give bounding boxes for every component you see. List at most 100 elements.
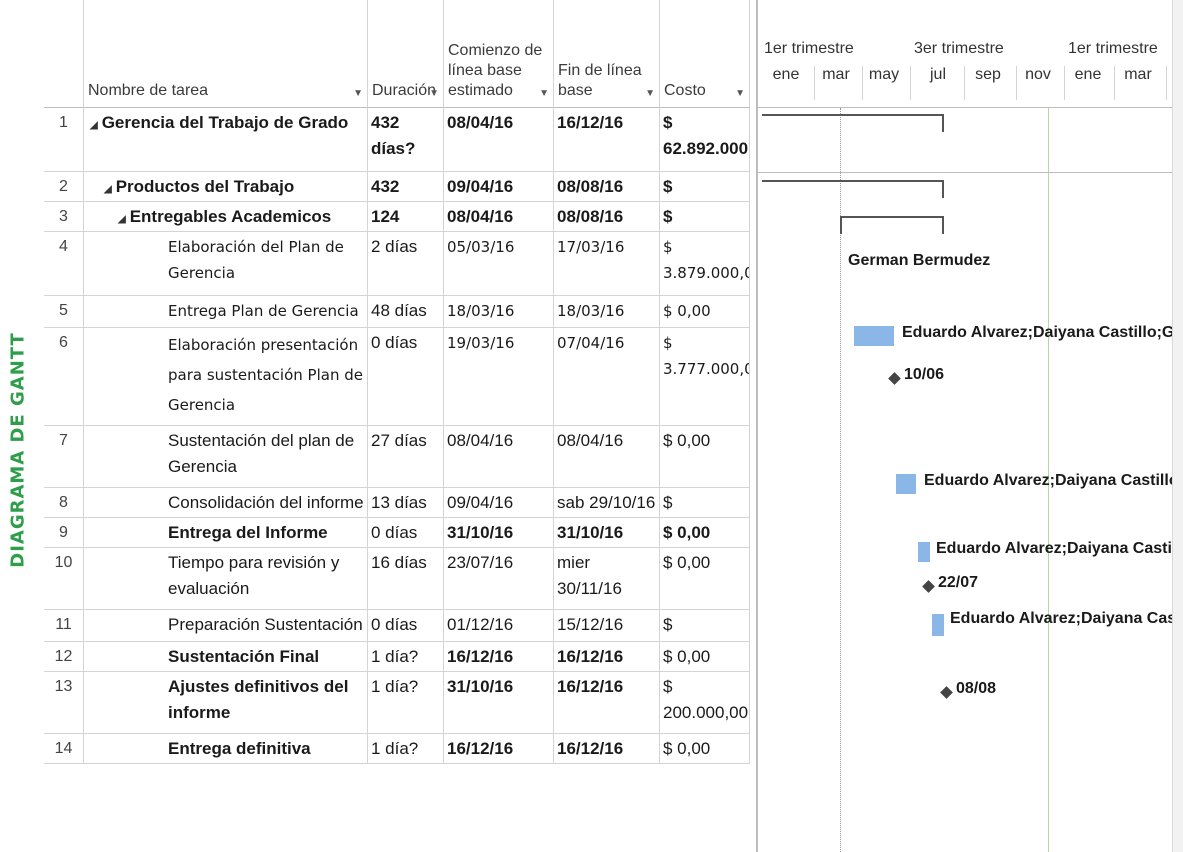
task-name-cell[interactable]: ◢ Productos del Trabajo [84, 172, 368, 201]
task-name[interactable]: Elaboración del Plan de Gerencia [84, 232, 368, 295]
cost-cell[interactable]: $ 0,00 [660, 548, 750, 609]
table-row[interactable]: 3 ◢Entregables Academicos 124 días? 08/0… [44, 202, 750, 232]
start-cell[interactable]: 31/10/16 [444, 672, 554, 733]
collapse-triangle-icon[interactable]: ◢ [118, 214, 126, 225]
task-bar[interactable] [896, 474, 916, 494]
start-cell[interactable]: 08/04/16 [444, 108, 554, 171]
duration-cell[interactable]: 432 días? [368, 172, 444, 201]
gantt-chart[interactable]: 1er trimestre 3er trimestre 1er trimestr… [756, 0, 1183, 852]
vertical-scrollbar[interactable] [1172, 0, 1183, 852]
cost-cell[interactable]: $ 3.777.000,00 [660, 328, 750, 425]
start-cell[interactable]: 31/10/16 [444, 518, 554, 547]
dropdown-arrow-icon[interactable]: ▼ [735, 88, 745, 99]
task-bar[interactable] [854, 326, 894, 346]
cost-cell[interactable]: $ 4.890.000,00 [660, 488, 750, 517]
dropdown-arrow-icon[interactable]: ▼ [539, 88, 549, 99]
cost-cell[interactable]: $ 0,00 [660, 296, 750, 327]
duration-cell[interactable]: 0 días [368, 610, 444, 641]
start-cell[interactable]: 16/12/16 [444, 642, 554, 671]
table-row[interactable]: 6 Elaboración presentación para sustenta… [44, 328, 750, 426]
start-cell[interactable]: 23/07/16 [444, 548, 554, 609]
finish-cell[interactable]: 31/10/16 [554, 518, 660, 547]
summary-bar[interactable] [762, 114, 944, 116]
start-cell[interactable]: 08/04/16 [444, 426, 554, 487]
milestone-diamond-icon[interactable] [888, 372, 901, 385]
table-row[interactable]: 1 ◢ Gerencia del Trabajo de Grado 432 día… [44, 108, 750, 172]
task-name[interactable]: Ajustes definitivos del informe [84, 672, 368, 733]
dropdown-arrow-icon[interactable]: ▼ [429, 88, 439, 99]
finish-cell[interactable]: sab 29/10/16 [554, 488, 660, 517]
task-name-cell[interactable]: ◢ Gerencia del Trabajo de Grado [84, 108, 368, 171]
duration-cell[interactable]: 124 días? [368, 202, 444, 231]
finish-cell[interactable]: 07/04/16 [554, 328, 660, 425]
cost-cell[interactable]: $ 200.000,00 [660, 672, 750, 733]
start-cell[interactable]: 16/12/16 [444, 734, 554, 763]
milestone-diamond-icon[interactable] [940, 686, 953, 699]
collapse-triangle-icon[interactable]: ◢ [104, 184, 112, 195]
milestone-diamond-icon[interactable] [922, 580, 935, 593]
summary-bar[interactable] [840, 216, 944, 218]
start-cell[interactable]: 09/04/16 [444, 488, 554, 517]
task-bar[interactable] [932, 614, 944, 636]
task-name[interactable]: Entrega Plan de Gerencia [84, 296, 368, 327]
header-duration[interactable]: Duración ▼ [368, 0, 444, 108]
task-name[interactable]: Sustentación del plan de Gerencia [84, 426, 368, 487]
table-row[interactable]: 2 ◢Productos del Trabajo 432 días? 09/04… [44, 172, 750, 202]
table-row[interactable]: 13 Ajustes definitivos del informe 1 día… [44, 672, 750, 734]
finish-cell[interactable]: 17/03/16 [554, 232, 660, 295]
table-row[interactable]: 14 Entrega definitiva 1 día? 16/12/16 16… [44, 734, 750, 764]
task-name[interactable]: Preparación Sustentación [84, 610, 368, 641]
task-name[interactable]: Entrega definitiva [84, 734, 368, 763]
start-cell[interactable]: 01/12/16 [444, 610, 554, 641]
table-row[interactable]: 9 Entrega del Informe 0 días 31/10/16 31… [44, 518, 750, 548]
duration-cell[interactable]: 432 días? [368, 108, 444, 171]
finish-cell[interactable]: 16/12/16 [554, 734, 660, 763]
start-cell[interactable]: 08/04/16 [444, 202, 554, 231]
task-name[interactable]: Entrega del Informe [84, 518, 368, 547]
finish-cell[interactable]: 18/03/16 [554, 296, 660, 327]
table-row[interactable]: 7 Sustentación del plan de Gerencia 27 d… [44, 426, 750, 488]
summary-bar[interactable] [762, 180, 944, 182]
duration-cell[interactable]: 16 días [368, 548, 444, 609]
header-name[interactable]: Nombre de tarea ▼ [84, 0, 368, 108]
table-row[interactable]: 12 Sustentación Final 1 día? 16/12/16 16… [44, 642, 750, 672]
task-name[interactable]: Sustentación Final [84, 642, 368, 671]
table-row[interactable]: 5 Entrega Plan de Gerencia 48 días 18/03… [44, 296, 750, 328]
duration-cell[interactable]: 13 días [368, 488, 444, 517]
cost-cell[interactable]: $ 0,00 [660, 642, 750, 671]
duration-cell[interactable]: 2 días [368, 232, 444, 295]
header-start[interactable]: Comienzo de línea base estimado ▼ [444, 0, 554, 108]
header-cost[interactable]: Costo ▼ [660, 0, 750, 108]
table-row[interactable]: 4 Elaboración del Plan de Gerencia 2 día… [44, 232, 750, 296]
dropdown-arrow-icon[interactable]: ▼ [645, 88, 655, 99]
duration-cell[interactable]: 0 días [368, 328, 444, 425]
task-name-cell[interactable]: ◢ Entregables Academicos [84, 202, 368, 231]
table-row[interactable]: 11 Preparación Sustentación 0 días 01/12… [44, 610, 750, 642]
task-name[interactable]: Elaboración presentación para sustentaci… [84, 328, 368, 425]
finish-cell[interactable]: 08/04/16 [554, 426, 660, 487]
cost-cell[interactable]: $ 3.879.000,00 [660, 232, 750, 295]
task-bar[interactable] [918, 542, 930, 562]
finish-cell[interactable]: 16/12/16 [554, 642, 660, 671]
start-cell[interactable]: 18/03/16 [444, 296, 554, 327]
cost-cell[interactable]: $ 62.892.000,00 [660, 172, 750, 201]
finish-cell[interactable]: 16/12/16 [554, 108, 660, 171]
start-cell[interactable]: 05/03/16 [444, 232, 554, 295]
table-row[interactable]: 10 Tiempo para revisión y evaluación 16 … [44, 548, 750, 610]
cost-cell[interactable]: $ 0,00 [660, 426, 750, 487]
collapse-triangle-icon[interactable]: ◢ [90, 120, 98, 131]
duration-cell[interactable]: 27 días [368, 426, 444, 487]
finish-cell[interactable]: 08/08/16 [554, 202, 660, 231]
duration-cell[interactable]: 1 día? [368, 672, 444, 733]
finish-cell[interactable]: 15/12/16 [554, 610, 660, 641]
header-finish[interactable]: Fin de línea base ▼ [554, 0, 660, 108]
duration-cell[interactable]: 1 día? [368, 642, 444, 671]
task-name[interactable]: Consolidación del informe [84, 488, 368, 517]
task-name[interactable]: Tiempo para revisión y evaluación [84, 548, 368, 609]
dropdown-arrow-icon[interactable]: ▼ [353, 88, 363, 99]
cost-cell[interactable]: $ 16.535.000,00 [660, 202, 750, 231]
start-cell[interactable]: 19/03/16 [444, 328, 554, 425]
cost-cell[interactable]: $ 3.789.000,00 [660, 610, 750, 641]
cost-cell[interactable]: $ 62.892.000,00 [660, 108, 750, 171]
table-row[interactable]: 8 Consolidación del informe 13 días 09/0… [44, 488, 750, 518]
